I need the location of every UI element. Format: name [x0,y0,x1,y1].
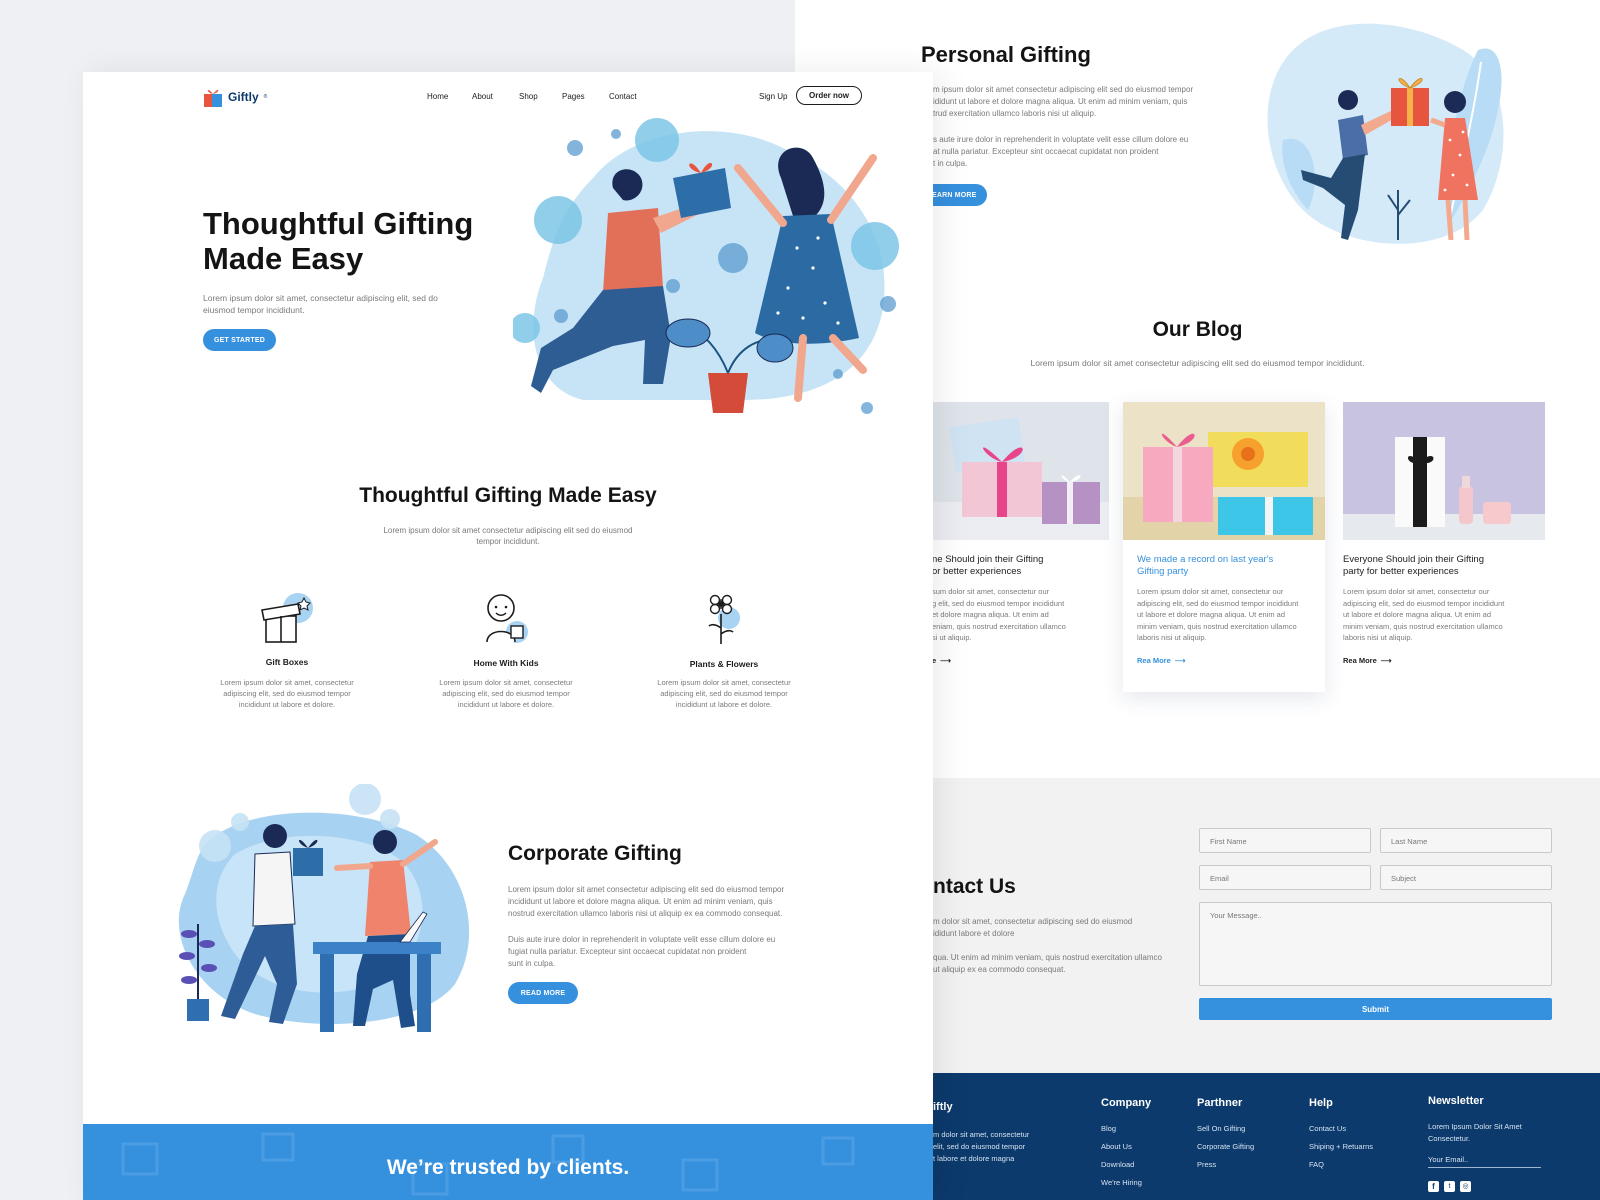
blog-image-gifts-black-white [1343,402,1545,540]
facebook-icon[interactable]: f [1428,1181,1439,1192]
feature-text-gift-boxes: Lorem ipsum dolor sit amet, consectetur a… [220,678,354,709]
trust-banner: We’re trusted by clients. [83,1124,933,1200]
corporate-text-2: Duis aute irure dolor in reprehenderit i… [508,935,776,968]
footer-link-download[interactable]: Download [1101,1160,1134,1169]
feature-title-plants-flowers: Plants & Flowers [689,659,759,669]
personal-gifting-illustration [1267,23,1504,244]
footer-link-contact[interactable]: Contact Us [1309,1124,1346,1133]
gift-box-icon [261,593,313,643]
contact-title: ntact Us [933,875,1016,898]
corporate-gifting-title: Corporate Gifting [508,842,682,865]
trust-title: We’re trusted by clients. [386,1156,630,1179]
feature-title-gift-boxes: Gift Boxes [265,657,309,667]
flower-icon [708,594,740,644]
get-started-button[interactable]: GET STARTED [203,329,276,351]
blog-image-gifts-flowers [1123,402,1325,540]
blog-image-gifts-pastel [932,402,1109,540]
feature-text-home-with-kids: Lorem ipsum dolor sit amet, consectetur a… [439,678,573,709]
blog-card-text: Lorem ipsum dolor sit amet, consectetur … [1343,587,1505,642]
contact-text-1: m dolor sit amet, consectetur adipiscing… [933,917,1133,938]
blog-card-text: Lorem ipsum dolor sit amet, consectetur … [1137,587,1299,642]
footer-company-title: Company [1101,1097,1152,1109]
blog-card-title[interactable]: Everyone Should join their Gifting party … [1343,540,1545,578]
feature-title-home-with-kids: Home With Kids [473,658,539,668]
read-more-link[interactable]: Rea More ⟶ [1123,656,1325,665]
footer-link-corporate[interactable]: Corporate Gifting [1197,1142,1254,1151]
footer-help-title: Help [1309,1097,1333,1109]
feature-text-plants-flowers: Lorem ipsum dolor sit amet, consectetur a… [657,678,791,709]
read-more-link[interactable]: e ⟶ [932,656,1109,665]
arrow-right-icon: ⟶ [1380,655,1392,665]
footer-newsletter-title: Newsletter [1428,1095,1484,1107]
contact-text-2: qua. Ut enim ad minim veniam, quis nostr… [933,953,1162,974]
nav-contact[interactable]: Contact [609,92,637,101]
arrow-right-icon: ⟶ [940,655,951,665]
footer-link-about-us[interactable]: About Us [1101,1142,1132,1151]
footer-brand: iftly [933,1101,953,1113]
submit-button[interactable]: Submit [1199,998,1552,1020]
footer-partner-title: Parthner [1197,1097,1243,1109]
blog-card[interactable]: Everyone Should join their Gifting party … [1343,402,1545,692]
blog-card[interactable]: We made a record on last year's Gifting p… [1123,402,1325,692]
sign-up-link[interactable]: Sign Up [759,92,787,101]
first-name-field[interactable]: First Name [1199,828,1371,853]
read-more-link[interactable]: Rea More ⟶ [1343,656,1545,665]
twitter-icon[interactable]: t [1444,1181,1455,1192]
personal-gifting-title: Personal Gifting [921,42,1091,67]
footer-link-hiring[interactable]: We're Hiring [1101,1178,1142,1187]
newsletter-email-input[interactable]: Your Email.. [1428,1155,1541,1168]
arrow-right-icon: ⟶ [1174,655,1186,665]
brand-logo[interactable]: Giftly ® [203,86,267,108]
footer-link-faq[interactable]: FAQ [1309,1160,1324,1169]
kid-icon [486,594,528,643]
personal-gifting-text-2: s aute irure dolor in reprehenderit in v… [933,135,1189,168]
hero-text: Lorem ipsum dolor sit amet, consectetur … [203,293,438,315]
nav-pages[interactable]: Pages [562,92,585,101]
corporate-text-1: Lorem ipsum dolor sit amet consectetur a… [508,885,785,918]
email-field[interactable]: Email [1199,865,1371,890]
newsletter-text: Lorem Ipsum Dolor Sit Amet Consectetur. [1428,1122,1522,1143]
nav-shop[interactable]: Shop [519,92,538,101]
hero-illustration [513,118,899,414]
personal-gifting-text-1: m ipsum dolor sit amet consectetur adipi… [933,85,1194,118]
social-links: f t ◎ [1428,1181,1471,1192]
main-page: Giftly ® Home About Shop Pages Contact Si… [83,72,933,1200]
footer-link-blog[interactable]: Blog [1101,1124,1116,1133]
footer-link-sell[interactable]: Sell On Gifting [1197,1124,1245,1133]
last-name-field[interactable]: Last Name [1380,828,1552,853]
gift-logo-icon [204,89,222,107]
hero-title: Thoughtful Gifting Made Easy [203,206,474,276]
subject-field[interactable]: Subject [1380,865,1552,890]
blog-card-title[interactable]: We made a record on last year's Gifting p… [1123,540,1325,578]
instagram-icon[interactable]: ◎ [1460,1181,1471,1192]
corporate-gifting-illustration [178,784,470,1032]
nav-about[interactable]: About [472,92,493,101]
nav-home[interactable]: Home [427,92,448,101]
blog-card-title[interactable]: ne Should join their Gifting or better ex… [932,540,1109,578]
order-now-button[interactable]: Order now [796,86,862,105]
features-title: Thoughtful Gifting Made Easy [359,484,657,507]
read-more-button[interactable]: READ MORE [508,982,578,1004]
footer-link-press[interactable]: Press [1197,1160,1216,1169]
features-subtitle: Lorem ipsum dolor sit amet consectetur a… [383,526,633,546]
blog-card-text: sum dolor sit amet, consectetur our g eli… [932,587,1066,642]
footer-link-shipping[interactable]: Shiping + Retuarns [1309,1142,1373,1151]
footer-about: m dolor sit amet, consectetur elit, sed d… [933,1130,1030,1163]
message-field[interactable]: Your Message.. [1199,902,1552,986]
blog-card[interactable]: ne Should join their Gifting or better ex… [932,402,1109,692]
